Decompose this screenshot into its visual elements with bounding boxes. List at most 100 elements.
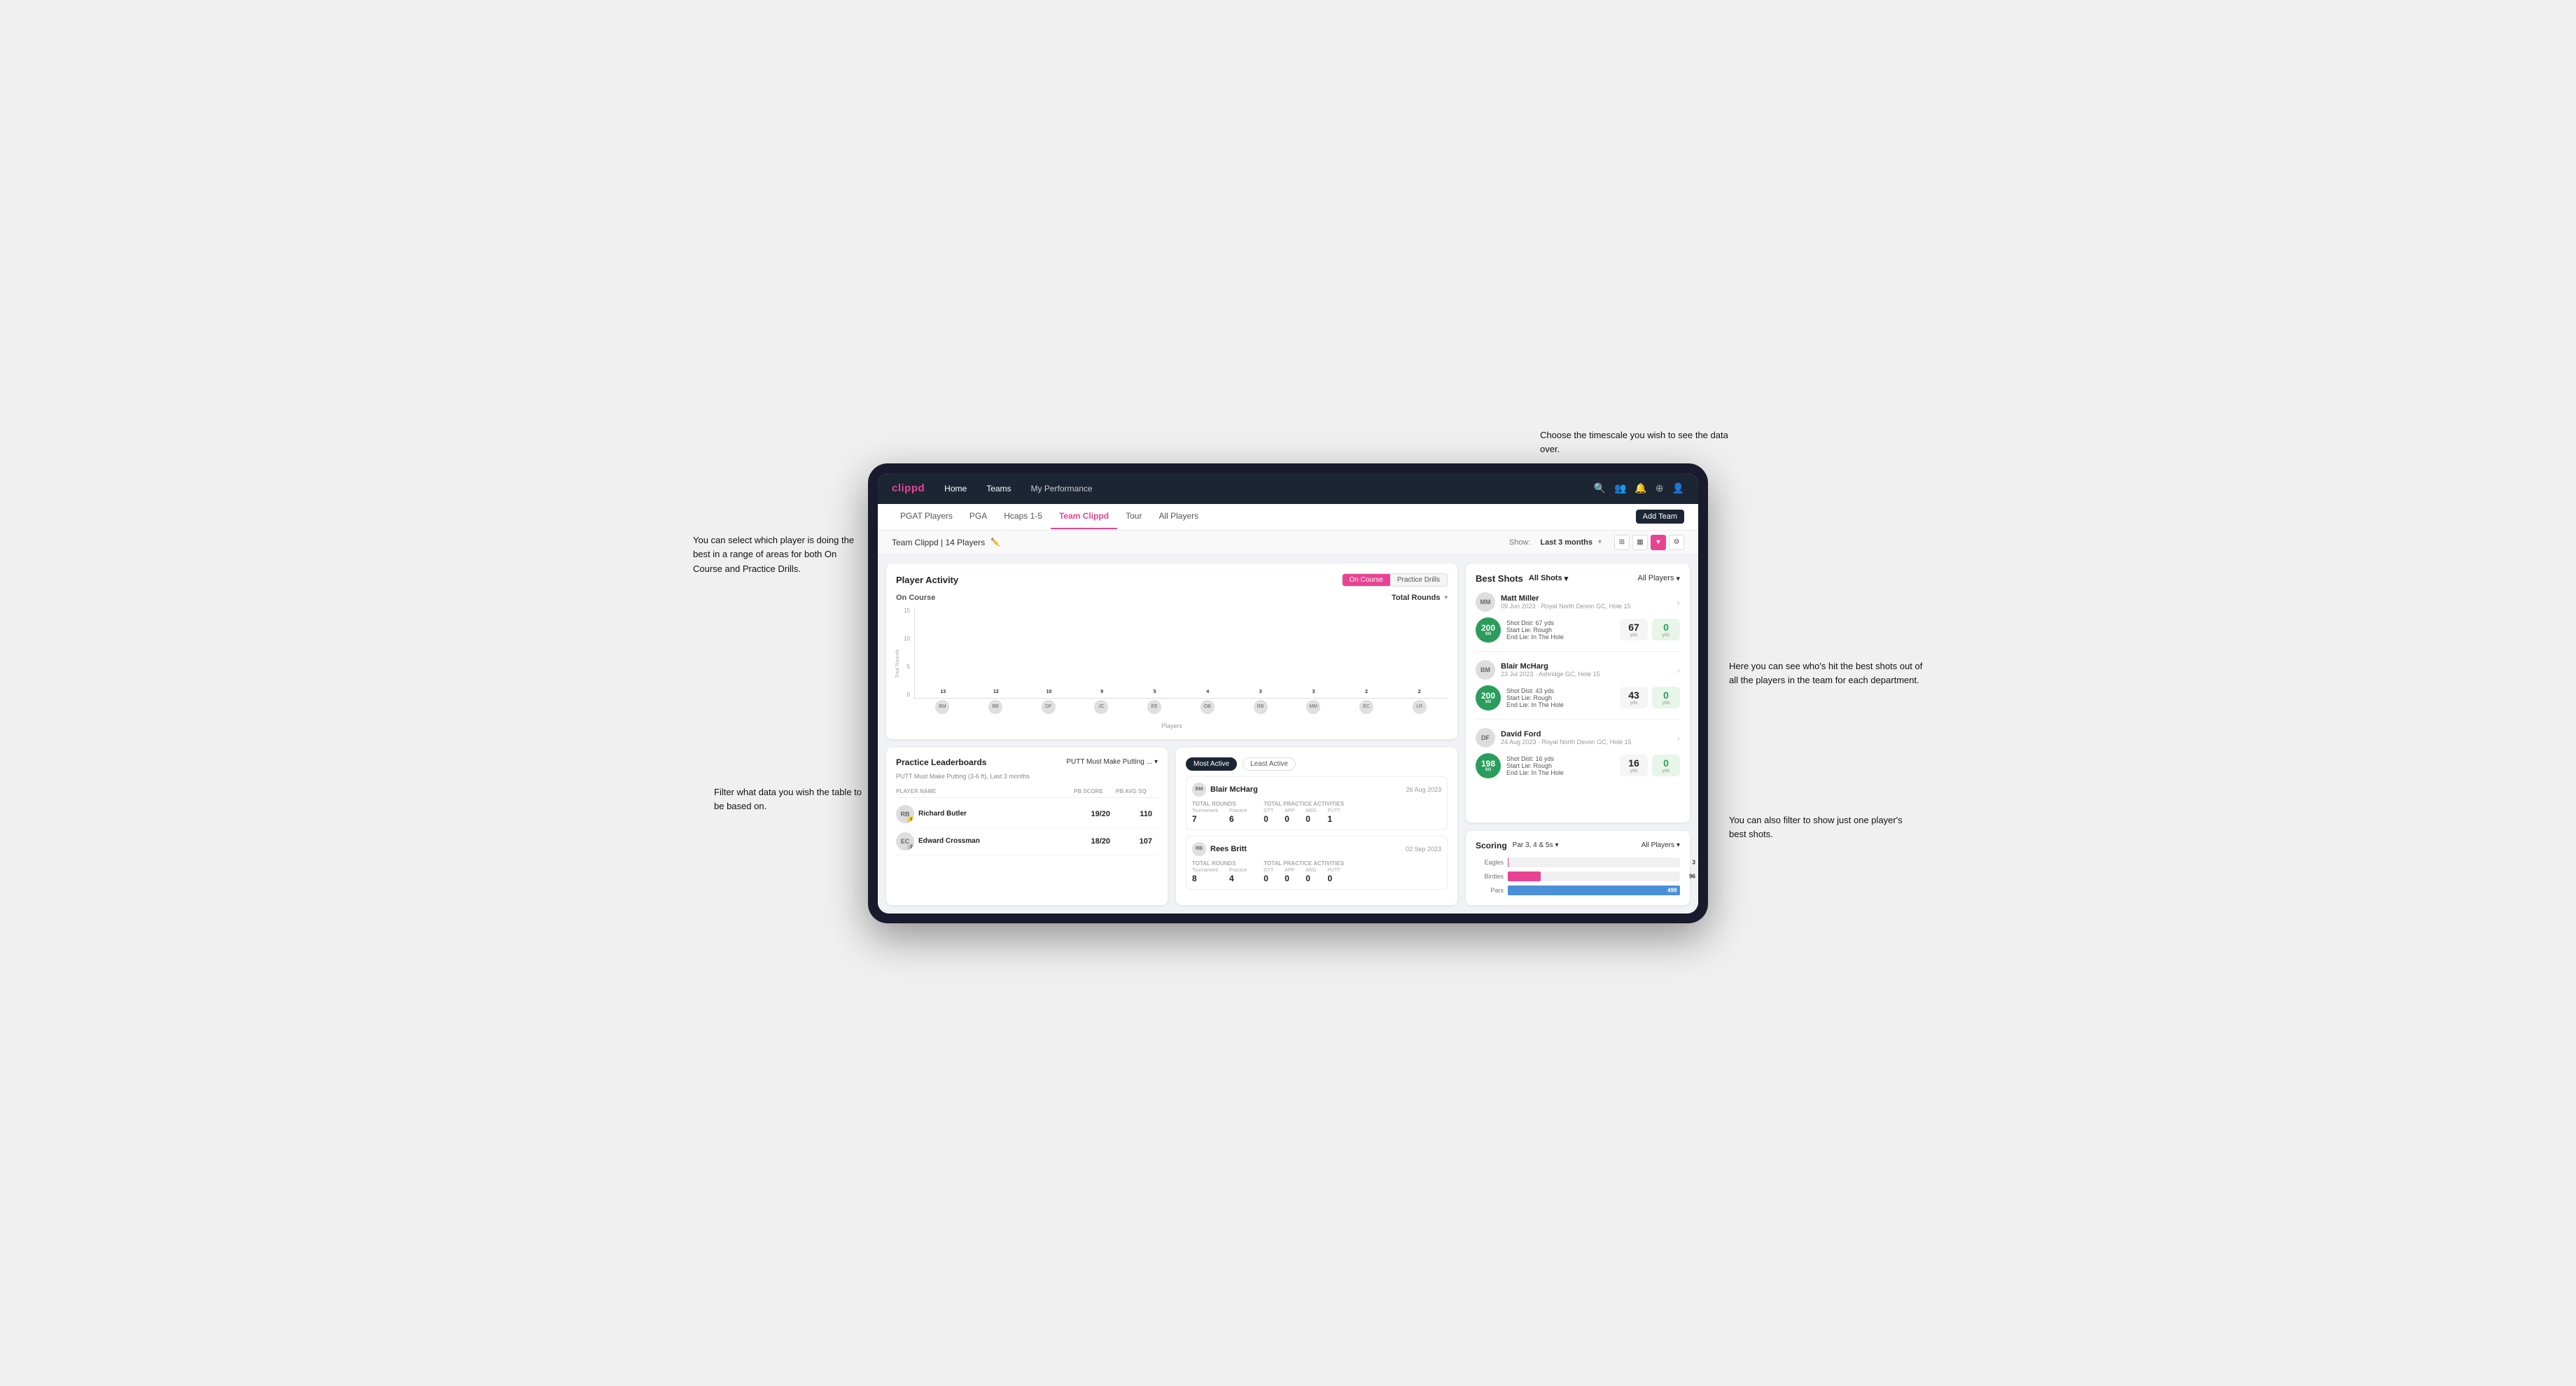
metric-unit-2-matt: yds (1662, 633, 1670, 638)
activity-avatar-blair: BM (1192, 783, 1206, 797)
metric-box-1-matt: 67 yds (1620, 619, 1648, 640)
view-heart-icon[interactable]: ♥ (1651, 535, 1666, 550)
toggle-practice-drills[interactable]: Practice Drills (1390, 574, 1447, 586)
rank-badge-silver: 2 (907, 844, 914, 850)
bar-label-3a: 3 (1259, 690, 1262, 694)
tab-hcaps[interactable]: Hcaps 1-5 (995, 504, 1051, 529)
edit-icon[interactable]: ✏️ (990, 538, 1000, 547)
stat-num-arg-blair: 0 (1306, 814, 1316, 824)
player-info-ecrossman: EC 2 Edward Crossman (896, 832, 1074, 850)
scoring-bars: Eagles 3 Birdies (1476, 858, 1680, 895)
view-list-icon[interactable]: ▦ (1632, 535, 1648, 550)
avatar-bbritt: BB (970, 700, 1021, 718)
best-shots-header: Best Shots All Shots ▾ All Players ▾ (1476, 573, 1680, 584)
y-tick-15: 15 (904, 608, 910, 614)
filter-most-active[interactable]: Most Active (1186, 757, 1237, 771)
nav-link-home[interactable]: Home (941, 482, 969, 495)
scoring-row-pars: Pars 499 (1476, 886, 1680, 895)
search-icon[interactable]: 🔍 (1594, 482, 1606, 494)
avatar-icon[interactable]: 👤 (1672, 482, 1684, 494)
stat-num-putt-rees: 0 (1327, 874, 1340, 883)
most-active-card: Most Active Least Active BM Blair McHarg (1176, 748, 1457, 905)
activity-toggle-group: On Course Practice Drills (1342, 573, 1448, 587)
add-icon[interactable]: ⊕ (1656, 482, 1664, 494)
tab-tour[interactable]: Tour (1117, 504, 1150, 529)
avatar-circle-jcoles: JC (1094, 700, 1108, 714)
shot-badge-num-david: 198 (1481, 760, 1495, 768)
activity-date-rees: 02 Sep 2023 (1406, 846, 1441, 853)
stat-group-rounds-blair: Total Rounds Tournament 7 Practice (1192, 801, 1247, 824)
scoring-label-pars: Pars (1476, 887, 1504, 894)
tab-pgat-players[interactable]: PGAT Players (892, 504, 961, 529)
shot-chevron-blair[interactable]: › (1676, 664, 1680, 676)
team-header-bar: Team Clippd | 14 Players ✏️ Show: Last 3… (878, 531, 1698, 555)
stat-practice-rees: Practice 4 (1229, 868, 1247, 883)
stat-lbl-gtt-rees: GTT (1264, 868, 1273, 873)
avatar-obillingham: OB (1182, 700, 1233, 718)
activity-player-blair: BM Blair McHarg 26 Aug 2023 Total Rounds (1186, 776, 1448, 830)
best-shots-title: Best Shots (1476, 573, 1523, 584)
scoring-bar-eagles: 3 (1508, 858, 1680, 867)
tab-all-players[interactable]: All Players (1150, 504, 1207, 529)
filter-least-active[interactable]: Least Active (1242, 757, 1296, 771)
tablet-frame: clippd Home Teams My Performance 🔍 👥 🔔 ⊕… (868, 463, 1708, 923)
brand-logo: clippd (892, 482, 925, 494)
bell-icon[interactable]: 🔔 (1634, 482, 1646, 494)
scoring-bar-pars: 499 (1508, 886, 1680, 895)
shot-avatar-matt: MM (1476, 592, 1495, 612)
metric-num-1-matt: 67 (1628, 622, 1639, 633)
show-dropdown[interactable]: Last 3 months (1540, 538, 1592, 547)
right-col: Best Shots All Shots ▾ All Players ▾ (1466, 564, 1690, 905)
stat-num-putt-blair: 1 (1327, 814, 1340, 824)
people-icon[interactable]: 👥 (1614, 482, 1626, 494)
nav-link-teams[interactable]: Teams (983, 482, 1014, 495)
stat-app-rees: APP 0 (1284, 868, 1294, 883)
bar-label-5: 5 (1154, 690, 1156, 694)
nav-icons: 🔍 👥 🔔 ⊕ 👤 (1594, 482, 1684, 494)
tab-team-clippd[interactable]: Team Clippd (1051, 504, 1117, 529)
bs-tab-all-shots[interactable]: All Shots ▾ (1529, 574, 1568, 583)
avatar-jcoles: JC (1076, 700, 1127, 718)
chart-dropdown[interactable]: Total Rounds (1392, 594, 1440, 602)
stat-title-activities: Total Practice Activities (1264, 801, 1344, 807)
activity-header-blair: BM Blair McHarg 26 Aug 2023 (1192, 783, 1441, 797)
leaderboard-dropdown[interactable]: PUTT Must Make Putting ... ▾ (1066, 758, 1158, 766)
player-activity-header: Player Activity On Course Practice Drill… (896, 573, 1448, 587)
shot-metrics-matt: 67 yds 0 yds (1620, 619, 1680, 640)
metric-num-2-blair: 0 (1663, 690, 1669, 701)
activity-player-rees: RB Rees Britt 02 Sep 2023 Total Rounds (1186, 836, 1448, 890)
bar-label-9: 9 (1100, 690, 1103, 694)
stat-lbl-tournament-rees: Tournament (1192, 868, 1218, 873)
shot-chevron-david[interactable]: › (1676, 732, 1680, 743)
shot-startlie-david: Start Lie: Rough (1506, 762, 1614, 769)
metric-num-2-david: 0 (1663, 757, 1669, 769)
shot-badge-david: 198 SG (1476, 753, 1501, 778)
stat-gtt-blair: GTT 0 (1264, 808, 1273, 824)
rank-badge-gold: 1 (907, 816, 914, 823)
leaderboard-row-2: EC 2 Edward Crossman 18/20 107 (896, 828, 1158, 855)
shot-chevron-matt[interactable]: › (1676, 596, 1680, 608)
scoring-par-dropdown[interactable]: Par 3, 4 & 5s ▾ (1513, 841, 1559, 849)
toggle-on-course[interactable]: On Course (1343, 574, 1390, 586)
avatar-ecrossman: EC (1341, 700, 1392, 718)
bar-label-4: 4 (1206, 690, 1209, 694)
scoring-players-dropdown[interactable]: All Players ▾ (1642, 841, 1680, 849)
annotation-right-bottom: You can also filter to show just one pla… (1729, 813, 1918, 843)
view-settings-icon[interactable]: ⚙ (1669, 535, 1684, 550)
view-grid-icon[interactable]: ⊞ (1614, 535, 1630, 550)
stat-lbl-gtt: GTT (1264, 808, 1273, 813)
shot-player-info-blair: Blair McHarg 23 Jul 2023 · Ashridge GC, … (1501, 662, 1671, 678)
stat-arg-blair: ARG 0 (1306, 808, 1316, 824)
bs-players-dropdown[interactable]: All Players ▾ (1638, 574, 1681, 583)
shot-text-info-david: Shot Dist: 16 yds Start Lie: Rough End L… (1506, 755, 1614, 776)
shot-item-blair-mcharg: BM Blair McHarg 23 Jul 2023 · Ashridge G… (1476, 660, 1680, 720)
nav-link-myperformance[interactable]: My Performance (1028, 482, 1096, 495)
col-pb-score: PB SCORE (1074, 788, 1116, 794)
tab-pga[interactable]: PGA (961, 504, 995, 529)
stat-lbl-putt-rees: PUTT (1327, 868, 1340, 873)
shot-metrics-blair: 43 yds 0 yds (1620, 687, 1680, 708)
pb-score-ecrossman: 18/20 (1074, 837, 1116, 846)
players-dropdown-chevron: ▾ (1676, 574, 1680, 583)
add-team-button[interactable]: Add Team (1636, 510, 1684, 524)
activity-date-blair: 26 Aug 2023 (1406, 786, 1441, 793)
